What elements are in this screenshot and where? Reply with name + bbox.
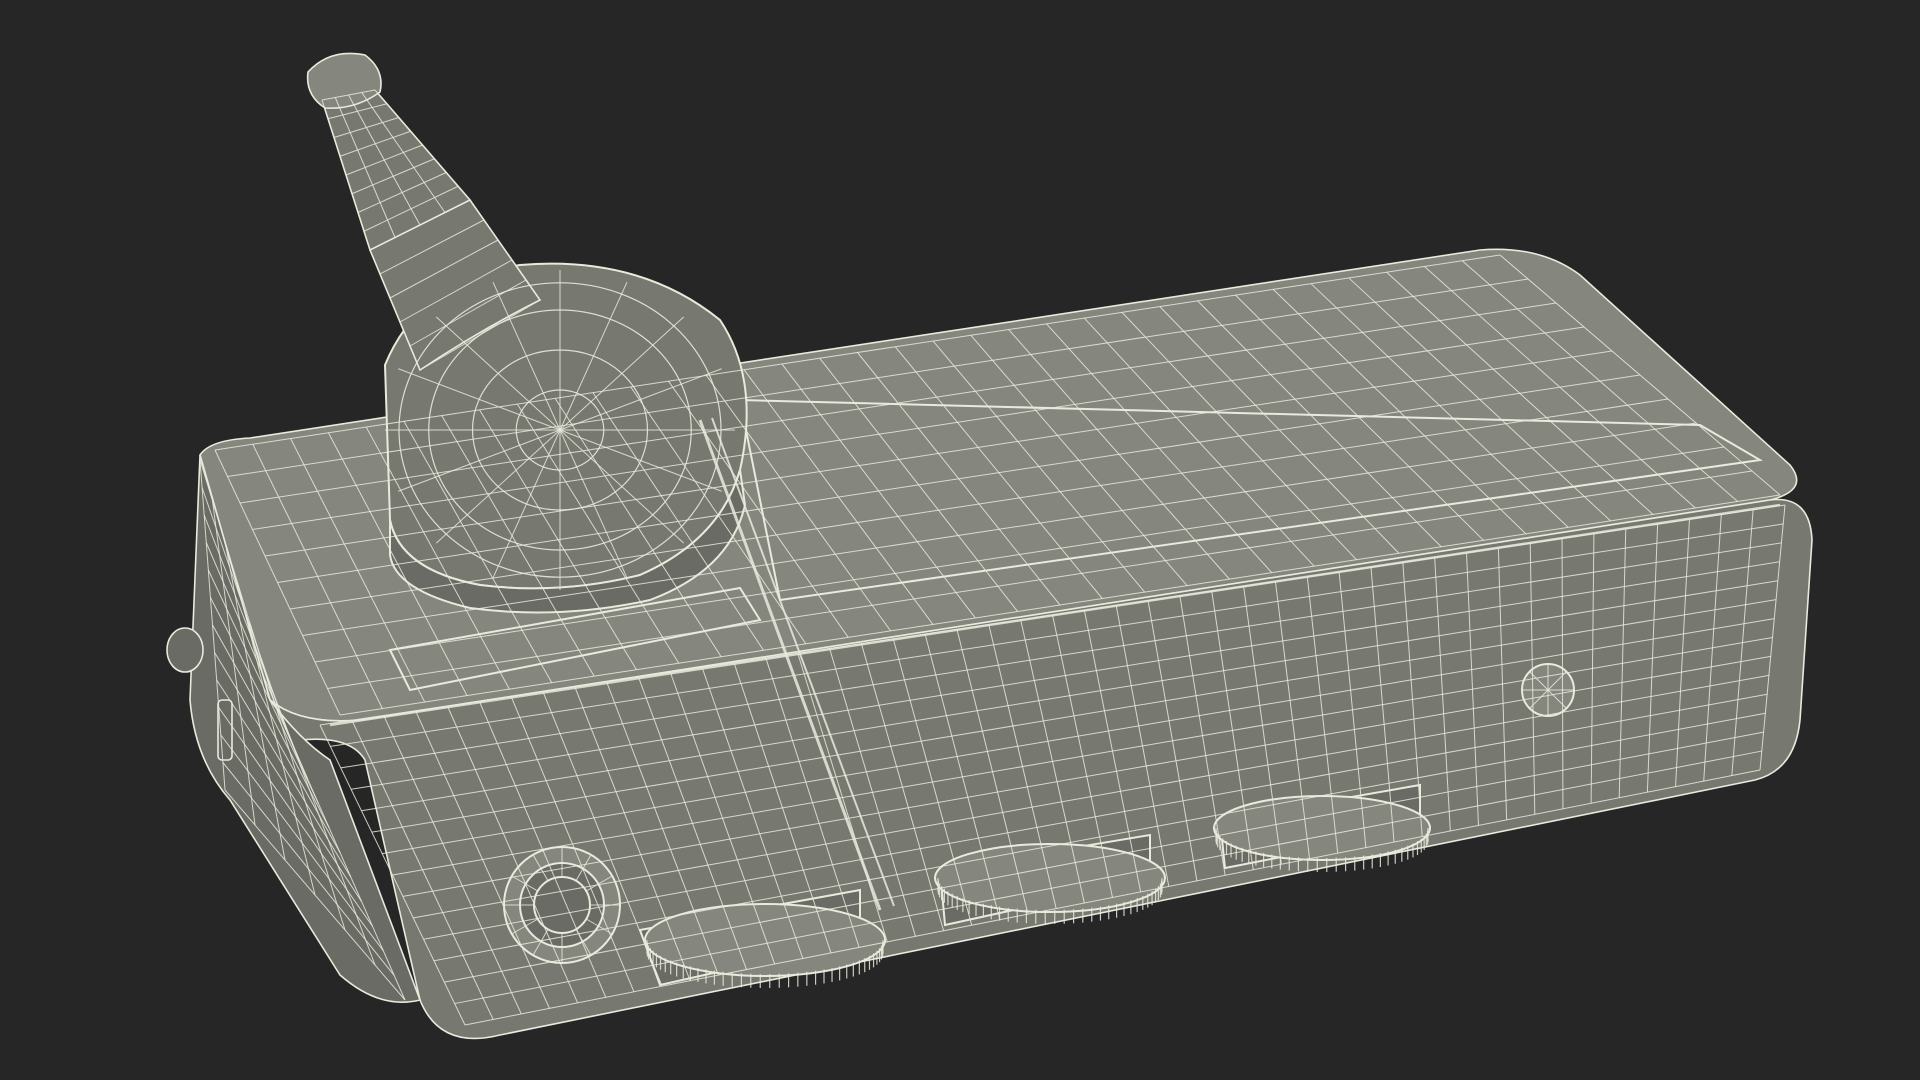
side-screw-mesh bbox=[166, 627, 204, 673]
wireframe-render bbox=[166, 52, 1813, 1040]
render-viewport bbox=[0, 0, 1920, 1080]
